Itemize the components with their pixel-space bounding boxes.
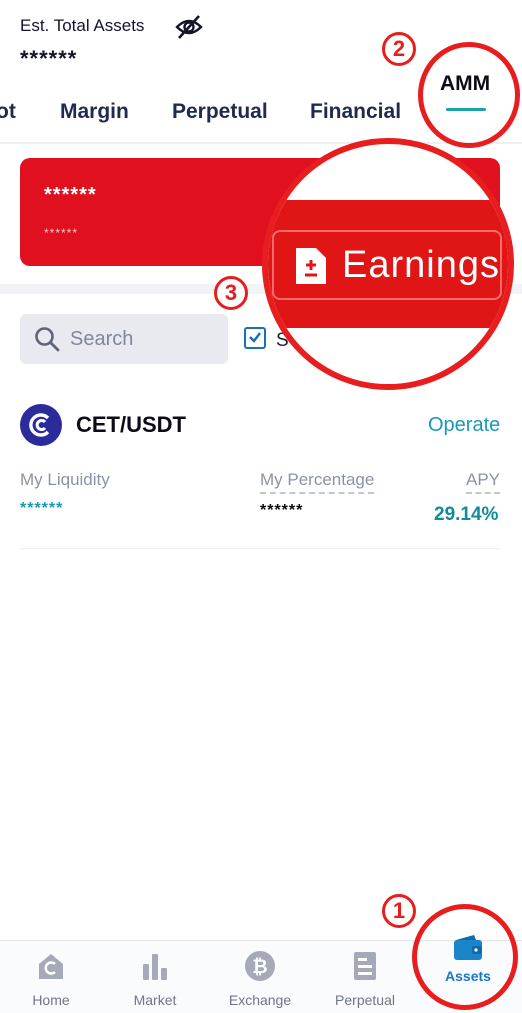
nav-market[interactable]: Market: [105, 944, 205, 1010]
earnings-zoom-callout: Earnings: [262, 138, 514, 390]
my-percentage-value: ******: [260, 502, 304, 519]
svg-text:₿: ₿: [252, 956, 267, 978]
nav-perpetual[interactable]: Perpetual: [315, 944, 415, 1010]
card-balance-value: ******: [44, 184, 97, 206]
coinex-logo-icon: [20, 404, 62, 446]
step-3-marker: 3: [214, 276, 248, 310]
home-icon: [39, 954, 63, 979]
search-icon: [35, 327, 60, 352]
tab-spot[interactable]: ot: [0, 100, 16, 124]
bar-chart-icon: [143, 954, 167, 980]
apy-label[interactable]: APY: [466, 470, 501, 494]
tab-perpetual[interactable]: Perpetual: [172, 100, 268, 124]
tab-financial[interactable]: Financial: [310, 100, 401, 124]
my-liquidity-label: My Liquidity: [20, 470, 110, 489]
my-liquidity-value: ******: [20, 500, 64, 517]
document-plus-minus-icon: [296, 248, 326, 284]
tabs-divider: [0, 142, 522, 144]
highlight-ring-amm: [418, 42, 520, 148]
nav-market-label: Market: [133, 992, 177, 1008]
step-1-marker: 1: [382, 894, 416, 928]
nav-home-label: Home: [32, 992, 70, 1008]
my-percentage-label[interactable]: My Percentage: [260, 470, 375, 494]
checkmark-icon: [249, 332, 261, 343]
highlight-ring-assets: [412, 904, 518, 1010]
nav-home[interactable]: Home: [1, 944, 101, 1010]
apy-value: 29.14%: [434, 504, 499, 525]
nav-exchange-label: Exchange: [228, 992, 292, 1008]
zoom-lower-area: [268, 328, 508, 384]
total-assets-value: ******: [20, 46, 78, 71]
card-balance-sub-value: ******: [44, 226, 79, 240]
row-divider: [20, 548, 500, 549]
nav-perpetual-label: Perpetual: [335, 992, 395, 1008]
operate-button[interactable]: Operate: [428, 414, 500, 437]
pool-pair-name: CET/USDT: [76, 412, 186, 437]
eye-off-icon[interactable]: [174, 14, 204, 40]
earnings-label: Earnings: [342, 244, 500, 286]
search-input[interactable]: [70, 318, 220, 360]
est-total-assets-label: Est. Total Assets: [20, 16, 145, 35]
nav-exchange[interactable]: ₿ Exchange: [210, 944, 310, 1010]
earnings-button[interactable]: Earnings: [272, 230, 502, 300]
tab-margin[interactable]: Margin: [60, 100, 129, 124]
contract-icon: [354, 952, 376, 980]
bitcoin-icon: ₿: [245, 951, 275, 981]
step-2-marker: 2: [382, 32, 416, 66]
